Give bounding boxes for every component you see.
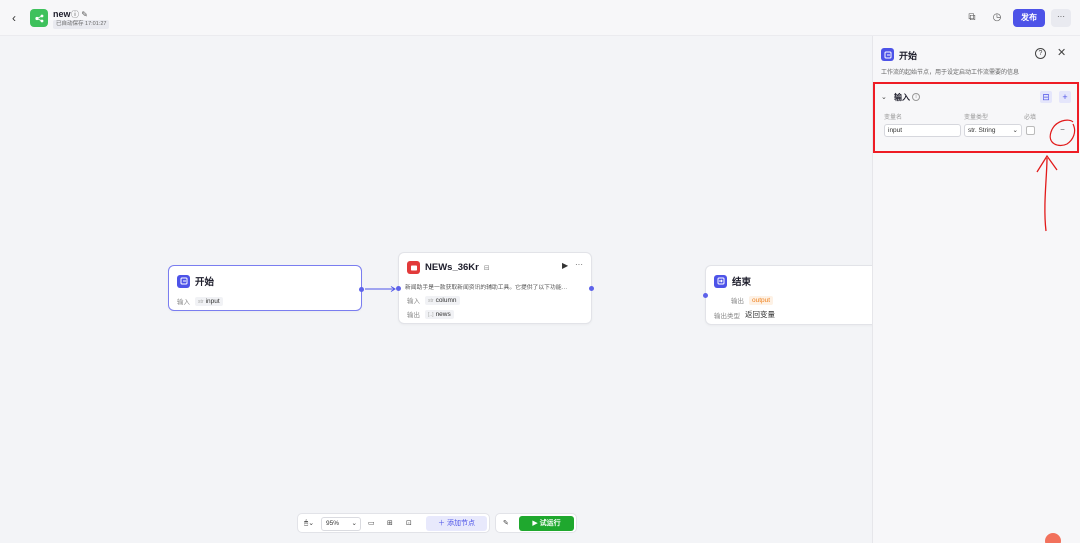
top-bar: ‹ new ⓘ ✎ 已自动保存 17:01:27 ⧉ ◷ 发布 ···	[0, 0, 1080, 36]
end-node-title: 结束	[732, 277, 752, 288]
news-input-label: 输入	[407, 298, 420, 305]
end-output-type-value: 返回变量	[745, 310, 775, 319]
news-input-tag: str column	[425, 295, 460, 305]
news-output-label: 输出	[407, 312, 420, 319]
help-icon[interactable]: ?	[1035, 48, 1046, 59]
zoom-select[interactable]: 95% ⌄	[321, 517, 361, 531]
fit-view-icon[interactable]: ⊡	[406, 518, 412, 530]
publish-button[interactable]: 发布	[1013, 9, 1045, 27]
autosave-status: 已自动保存 17:01:27	[53, 20, 110, 29]
more-button[interactable]: ···	[1051, 9, 1071, 27]
import-icon[interactable]: ⊟	[1040, 91, 1052, 103]
close-icon[interactable]: ✕	[1057, 46, 1066, 59]
info-edit-icon[interactable]: ⓘ ✎	[71, 9, 88, 20]
panel-description: 工作流的起始节点，用于设定启动工作流需要的信息	[881, 70, 1020, 76]
news-plugin-icon	[407, 261, 420, 274]
news-node-description: 新闻助手是一款获取新闻资讯的辅助工具。它提供了以下功能…	[405, 285, 568, 291]
info-icon[interactable]: i	[912, 93, 920, 101]
col-variable-type: 变量类型	[964, 115, 989, 121]
news-output-port[interactable]	[589, 286, 594, 291]
node-config-panel: 开始 ? ✕ 工作流的起始节点，用于设定启动工作流需要的信息 ⌄ 输入 i ⊟ …	[872, 36, 1080, 543]
run-toolbar: ✎ ▶ 试运行	[495, 513, 577, 533]
app-title: new	[53, 9, 71, 19]
node-more-icon[interactable]: ···	[575, 260, 583, 269]
back-arrow-icon[interactable]: ‹	[12, 11, 24, 25]
col-variable-name: 变量名	[884, 115, 903, 121]
chevron-down-icon[interactable]: ⌄	[881, 93, 887, 101]
assistant-avatar[interactable]	[1045, 533, 1061, 543]
input-section-title: 输入	[894, 93, 910, 102]
mouse-mode-icon[interactable]: 🖱⌄	[304, 518, 314, 530]
canvas-toolbar: 🖱⌄ 95% ⌄ ▭ ⊞ ⊡ ＋ 添加节点	[297, 513, 490, 533]
connection-edge	[365, 286, 396, 292]
history-icon[interactable]: ◷	[991, 12, 1003, 24]
end-node-icon	[714, 274, 727, 288]
news-plugin-node[interactable]: NEWs_36Kr ⊟ ▶ ··· 新闻助手是一款获取新闻资讯的辅助工具。它提供…	[396, 252, 594, 324]
plugin-badge-icon: ⊟	[483, 264, 490, 272]
run-node-icon[interactable]: ▶	[562, 261, 568, 270]
panel-title: 开始	[899, 51, 918, 61]
news-node-title: NEWs_36Kr	[425, 262, 479, 273]
variable-name-input[interactable]: input	[884, 124, 961, 137]
end-output-label: 输出	[731, 298, 744, 305]
news-output-tag: [..] news	[425, 309, 454, 319]
annotation-arrow	[1036, 119, 1076, 232]
start-node-icon	[881, 48, 894, 61]
start-input-tag: str input	[195, 296, 223, 306]
test-run-button[interactable]: ▶ 试运行	[519, 516, 574, 531]
start-node-icon	[177, 274, 190, 288]
start-node[interactable]: 开始 输入 str input	[168, 265, 364, 311]
start-node-title: 开始	[195, 277, 215, 288]
app-logo-icon	[30, 9, 48, 27]
copy-icon[interactable]: ⧉	[966, 12, 978, 24]
add-variable-button[interactable]: +	[1059, 91, 1071, 103]
news-input-port[interactable]	[396, 286, 401, 291]
debug-icon[interactable]: ✎	[503, 518, 509, 530]
comment-icon[interactable]: ▭	[368, 518, 375, 530]
start-input-label: 输入	[177, 299, 190, 306]
variable-type-select[interactable]: str. String ⌄	[964, 124, 1022, 137]
minimap-icon[interactable]: ⊞	[387, 518, 393, 530]
end-output-tag: output	[749, 295, 774, 305]
end-output-type-label: 输出类型	[714, 312, 740, 320]
end-input-port[interactable]	[703, 293, 708, 298]
end-node[interactable]: 结束 输出 output 输出类型 返回变量	[703, 265, 885, 325]
add-node-button[interactable]: ＋ 添加节点	[426, 516, 487, 531]
